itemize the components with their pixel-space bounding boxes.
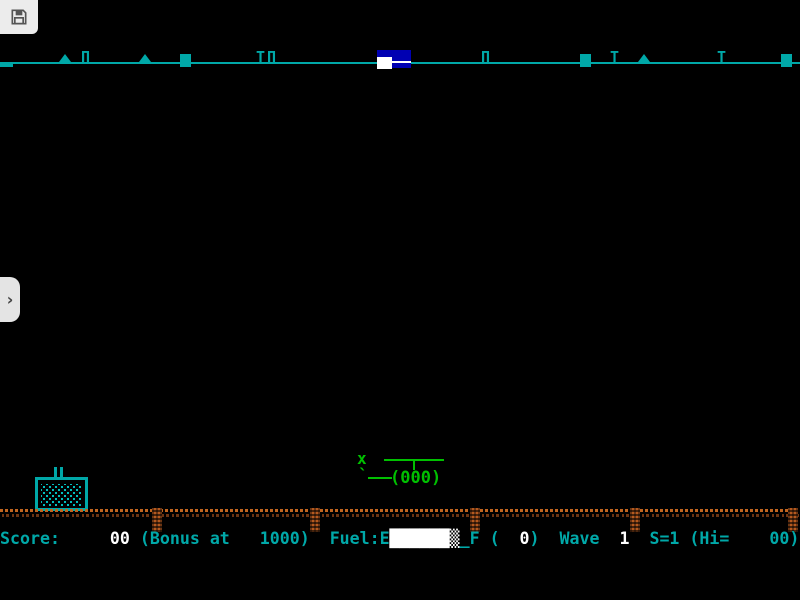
helicopter-tail: ` [358, 466, 368, 486]
fuel-tank-fill-pattern [41, 484, 82, 506]
save-button[interactable] [0, 0, 38, 34]
minimap-item-viewport [377, 50, 411, 68]
minimap-item-pillars: Π [81, 50, 90, 64]
status-bar: Score: 00 (Bonus at 1000) Fuel:E██████▒_… [0, 528, 800, 550]
status-segment: ▒ [450, 529, 460, 548]
minimap-terrain-line-stub [0, 62, 13, 67]
minimap-item-tee: T [256, 50, 265, 64]
chevron-right-icon: › [7, 290, 14, 309]
status-segment: 00 [110, 529, 130, 548]
status-segment: 0 [520, 529, 530, 548]
minimap-item-pillars: Π [267, 50, 276, 64]
minimap-item-tee: T [717, 50, 726, 64]
minimap-item-square [580, 54, 591, 67]
helicopter-tail-boom [368, 477, 392, 479]
status-segment: ) Wave [530, 529, 620, 548]
fuel-tank-body [35, 477, 88, 511]
minimap-item-triangle [638, 54, 650, 62]
ground-strip [0, 509, 800, 517]
status-segment: S=1 (Hi= 00) [629, 529, 799, 548]
status-segment: 1 [619, 529, 629, 548]
minimap-strip: ΠTΠΠTT [0, 0, 800, 80]
minimap-item-square [781, 54, 792, 67]
helicopter-body: (000) [390, 468, 441, 488]
minimap-item-triangle [139, 54, 151, 62]
minimap-item-pillars: Π [481, 50, 490, 64]
status-segment: _F ( [460, 529, 520, 548]
dos-game-screen[interactable]: ΠTΠΠTT x ` (000) Score: 00 (Bonus at 100… [0, 0, 800, 600]
minimap-item-triangle [59, 54, 71, 62]
minimap-player-marker [377, 57, 392, 69]
minimap-item-tee: T [610, 50, 619, 64]
floppy-disk-icon [9, 7, 29, 27]
status-segment: ██████ [390, 529, 450, 548]
status-segment: Score: [0, 529, 110, 548]
minimap-item-square [180, 54, 191, 67]
status-segment: (Bonus at 1000) Fuel:E [130, 529, 390, 548]
sidebar-toggle-button[interactable]: › [0, 277, 20, 322]
